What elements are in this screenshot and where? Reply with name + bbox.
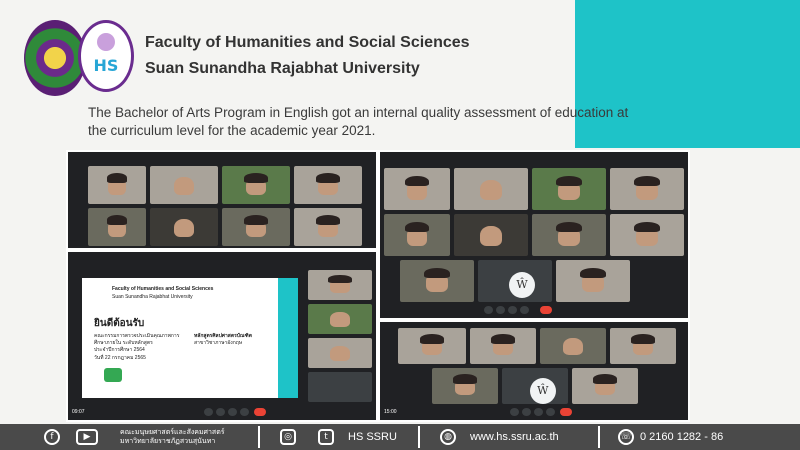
footer-website[interactable]: www.hs.ssru.ac.th: [470, 424, 559, 450]
welcome-slide: Faculty of Humanities and Social Science…: [82, 278, 298, 398]
instagram-icon[interactable]: ◎: [280, 429, 296, 445]
participant-tile: [540, 328, 606, 364]
participant-tile: [384, 214, 450, 256]
footer-divider: [598, 426, 600, 448]
slide-major: สาขาวิชาภาษาอังกฤษ: [194, 340, 243, 346]
slide-accent: [278, 278, 298, 398]
logo-emblem: [97, 33, 115, 51]
participant-tile: [384, 168, 450, 210]
ssru-seal-logo: [24, 20, 86, 96]
meeting-screenshot-bottom-right: Ŵ 15:00: [378, 320, 690, 422]
hs-logo-text: HS: [93, 56, 119, 75]
hs-faculty-logo: HS: [78, 20, 134, 92]
participant-tile: [88, 166, 146, 204]
footer-bar: f ▶ คณะมนุษยศาสตร์และสังคมศาสตร์ มหาวิทย…: [0, 424, 800, 450]
participant-tile: [572, 368, 638, 404]
more-options-button[interactable]: [546, 408, 555, 416]
participant-tile: [88, 208, 146, 246]
participant-tile: [222, 166, 290, 204]
participant-tile: [294, 208, 362, 246]
participant-avatar: Ŵ: [509, 271, 536, 298]
more-options-button[interactable]: [240, 408, 249, 416]
youtube-icon[interactable]: ▶: [76, 429, 98, 445]
footer-divider: [258, 426, 260, 448]
participant-tile: Ŵ: [502, 368, 568, 404]
slide-line3: ประจำปีการศึกษา 2564: [94, 347, 145, 353]
participant-tile: [470, 328, 536, 364]
meet-control-bar: 15:00: [380, 404, 688, 420]
participant-tile: [556, 260, 630, 302]
participant-tile: [308, 304, 372, 334]
footer-thai-line2: มหาวิทยาลัยราชภัฏสวนสุนันทา: [120, 437, 216, 445]
footer-phone[interactable]: 0 2160 1282 - 86: [640, 424, 723, 450]
participant-tile: [294, 166, 362, 204]
camera-button[interactable]: [522, 408, 531, 416]
footer-social-handle[interactable]: HS SSRU: [348, 424, 397, 450]
end-call-button[interactable]: [540, 306, 552, 314]
mic-button[interactable]: [510, 408, 519, 416]
camera-button[interactable]: [216, 408, 225, 416]
participant-tile: Ŵ: [478, 260, 552, 302]
slide-welcome: ยินดีต้อนรับ: [94, 318, 145, 329]
more-options-button[interactable]: [520, 306, 529, 314]
participant-tile: [532, 168, 606, 210]
meeting-screenshot-top-left: [66, 150, 378, 250]
participant-tile: [308, 270, 372, 300]
participant-tile: [400, 260, 474, 302]
meet-clock: 15:00: [384, 409, 397, 415]
footer-thai-line1: คณะมนุษยศาสตร์และสังคมศาสตร์: [120, 428, 225, 436]
meet-control-bar: [380, 302, 688, 318]
twitter-icon[interactable]: t: [318, 429, 334, 445]
slide-university: Suan Sunandha Rajabhat University: [112, 294, 193, 300]
participant-tile: [454, 168, 528, 210]
university-title: Suan Sunandha Rajabhat University: [145, 60, 420, 77]
participant-tile: [150, 208, 218, 246]
footer-thai-name: คณะมนุษยศาสตร์และสังคมศาสตร์ มหาวิทยาลัย…: [120, 428, 225, 446]
participant-tile: [222, 208, 290, 246]
participant-tile: [308, 338, 372, 368]
end-call-button[interactable]: [254, 408, 266, 416]
mic-button[interactable]: [204, 408, 213, 416]
present-button[interactable]: [508, 306, 517, 314]
headline-text: The Bachelor of Arts Program in English …: [88, 105, 629, 138]
faculty-title: Faculty of Humanities and Social Science…: [145, 34, 470, 51]
participant-tile: [398, 328, 466, 364]
meeting-screenshot-top-right: Ŵ: [378, 150, 690, 320]
participant-tile: [610, 328, 676, 364]
present-button[interactable]: [534, 408, 543, 416]
participant-avatar: Ŵ: [529, 378, 556, 404]
participant-tile: [432, 368, 498, 404]
participant-tile: [532, 214, 606, 256]
meeting-screenshot-presentation: Faculty of Humanities and Social Science…: [66, 250, 378, 422]
camera-button[interactable]: [496, 306, 505, 314]
slide-faculty: Faculty of Humanities and Social Science…: [112, 286, 214, 292]
slide-date: วันที่ 22 กรกฎาคม 2565: [94, 355, 146, 361]
participant-tile: [308, 372, 372, 402]
present-button[interactable]: [228, 408, 237, 416]
end-call-button[interactable]: [560, 408, 572, 416]
facebook-icon[interactable]: f: [44, 429, 60, 445]
participant-tile: [610, 168, 684, 210]
participant-tile: [610, 214, 684, 256]
globe-icon: ◍: [440, 429, 456, 445]
meet-control-bar: 09:07: [68, 404, 376, 420]
participant-tile: [454, 214, 528, 256]
participant-tile: [150, 166, 218, 204]
meet-clock: 09:07: [72, 409, 85, 415]
google-meet-icon: [104, 368, 122, 382]
phone-icon: ☏: [618, 429, 634, 445]
mic-button[interactable]: [484, 306, 493, 314]
footer-divider: [418, 426, 420, 448]
